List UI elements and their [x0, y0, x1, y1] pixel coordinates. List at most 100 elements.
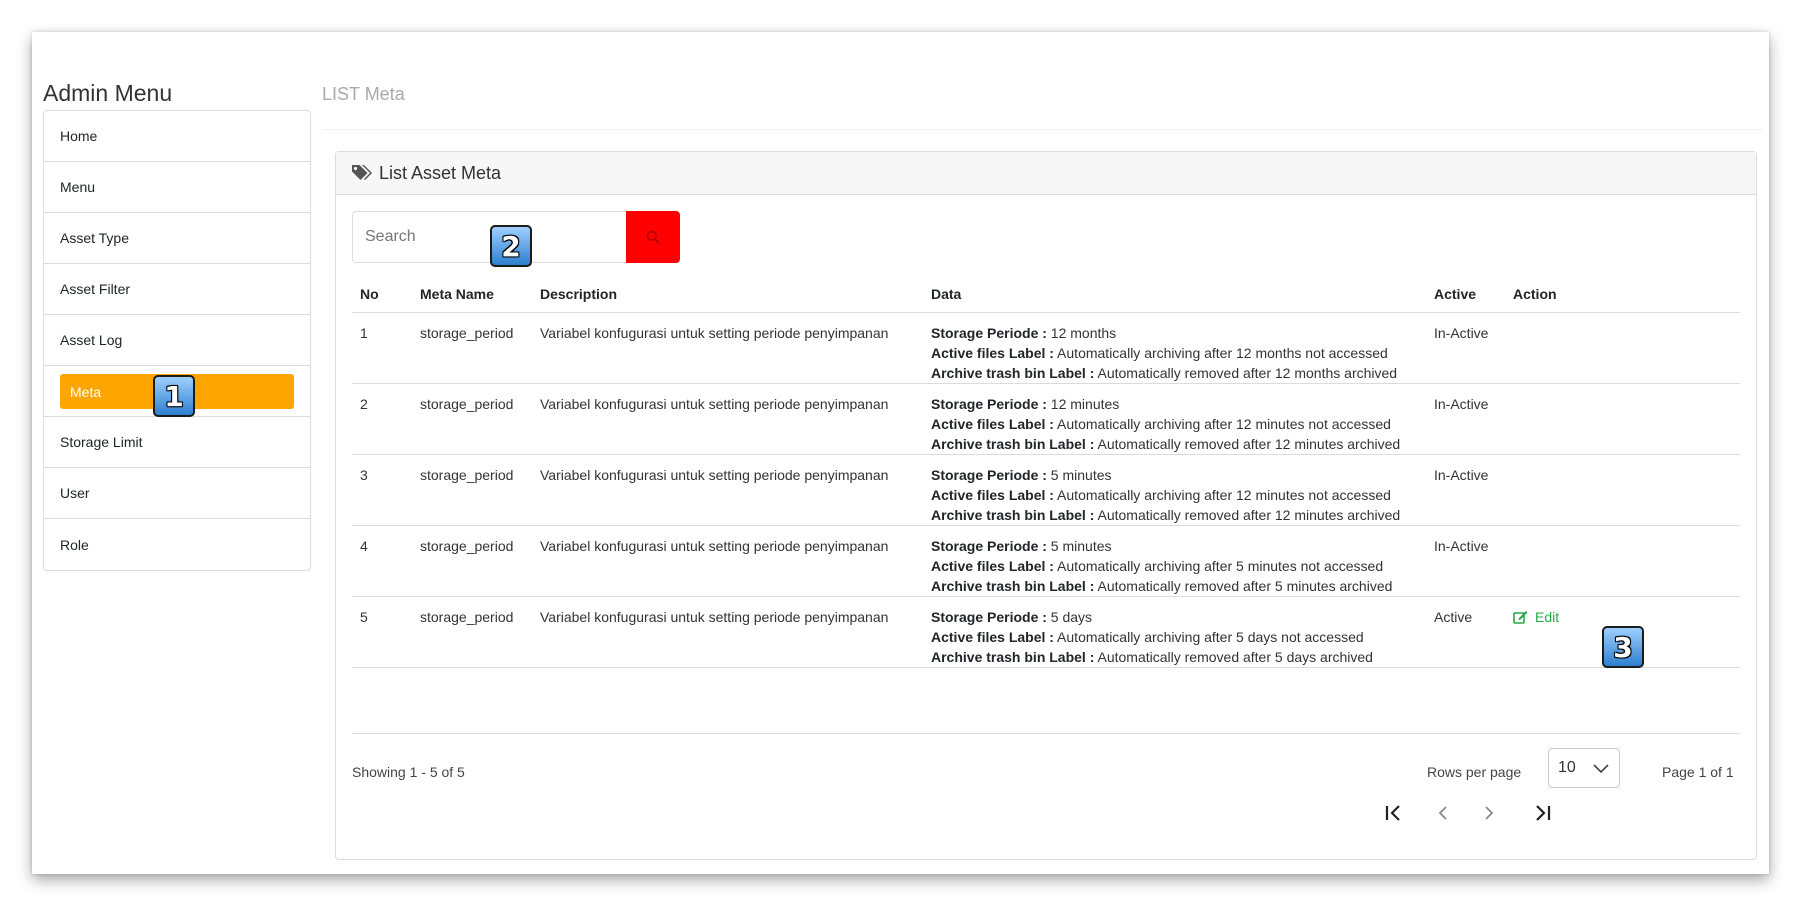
- search-button[interactable]: [626, 211, 680, 263]
- data-value: Automatically removed after 12 months ar…: [1094, 365, 1398, 381]
- data-value: Automatically removed after 5 days archi…: [1094, 649, 1373, 665]
- data-value: Automatically removed after 12 minutes a…: [1094, 507, 1401, 523]
- data-line: Storage Periode : 12 minutes: [931, 394, 1418, 414]
- annotation-badge-1: 1: [153, 375, 195, 417]
- data-label: Active files Label :: [931, 629, 1054, 645]
- edit-icon: [1513, 611, 1528, 624]
- sidebar: Admin Menu Home Menu Asset Type Asset Fi…: [43, 80, 311, 571]
- chevron-down-icon: [1593, 764, 1609, 774]
- app-window: Admin Menu Home Menu Asset Type Asset Fi…: [32, 32, 1769, 874]
- data-label: Archive trash bin Label :: [931, 649, 1095, 665]
- cell-action: [1505, 383, 1740, 455]
- data-label: Active files Label :: [931, 345, 1054, 361]
- data-label: Active files Label :: [931, 558, 1054, 574]
- sidebar-item-asset-filter[interactable]: Asset Filter: [44, 264, 310, 315]
- data-label: Storage Periode :: [931, 325, 1047, 341]
- cell-active: In-Active: [1426, 525, 1505, 597]
- sidebar-item-storage-limit[interactable]: Storage Limit: [44, 417, 310, 468]
- data-value: 5 minutes: [1046, 467, 1112, 483]
- column-header-meta-name: Meta Name: [412, 276, 532, 313]
- search-input[interactable]: [352, 211, 626, 263]
- column-header-data: Data: [923, 276, 1426, 313]
- data-value: Automatically archiving after 5 days not…: [1053, 629, 1364, 645]
- column-header-description: Description: [532, 276, 923, 313]
- sidebar-item-asset-type[interactable]: Asset Type: [44, 213, 310, 264]
- data-value: 12 minutes: [1046, 396, 1120, 412]
- data-value: Automatically archiving after 12 minutes…: [1053, 487, 1391, 503]
- sidebar-item-label: Role: [60, 536, 89, 553]
- table-row: 3 storage_period Variabel konfugurasi un…: [352, 454, 1740, 526]
- column-header-active: Active: [1426, 276, 1505, 313]
- cell-description: Variabel konfugurasi untuk setting perio…: [532, 312, 923, 384]
- admin-menu: Home Menu Asset Type Asset Filter Asset …: [43, 110, 311, 571]
- sidebar-item-label: Home: [60, 128, 98, 144]
- sidebar-item-asset-log[interactable]: Asset Log: [44, 315, 310, 366]
- cell-meta-name: storage_period: [412, 596, 532, 668]
- data-label: Storage Periode :: [931, 538, 1047, 554]
- cell-active: In-Active: [1426, 383, 1505, 455]
- data-value: 5 minutes: [1046, 538, 1112, 554]
- data-line: Archive trash bin Label : Automatically …: [931, 434, 1418, 454]
- sidebar-item-label: Asset Log: [60, 332, 123, 348]
- sidebar-item-menu[interactable]: Menu: [44, 162, 310, 213]
- table-row: 1 storage_period Variabel konfugurasi un…: [352, 312, 1740, 384]
- card-header: List Asset Meta: [336, 152, 1756, 195]
- sidebar-item-label: Asset Filter: [60, 281, 131, 297]
- rows-per-page-label: Rows per page: [1427, 764, 1522, 780]
- data-line: Archive trash bin Label : Automatically …: [931, 576, 1418, 596]
- asset-meta-card: List Asset Meta No Meta Name Description…: [335, 151, 1757, 860]
- cell-no: 1: [352, 312, 412, 384]
- rows-per-page-select[interactable]: 10: [1548, 748, 1620, 788]
- cell-no: 2: [352, 383, 412, 455]
- data-line: Storage Periode : 5 minutes: [931, 465, 1418, 485]
- page-title: LIST Meta: [322, 84, 405, 104]
- cell-active: Active: [1426, 596, 1505, 668]
- data-line: Archive trash bin Label : Automatically …: [931, 363, 1418, 383]
- sidebar-item-user[interactable]: User: [44, 468, 310, 519]
- annotation-badge-3: 3: [1602, 626, 1644, 668]
- data-label: Storage Periode :: [931, 467, 1047, 483]
- meta-table: No Meta Name Description Data Active Act…: [352, 276, 1740, 668]
- data-label: Storage Periode :: [931, 609, 1047, 625]
- title-divider: [322, 129, 1762, 130]
- sidebar-title: Admin Menu: [43, 80, 173, 106]
- data-label: Archive trash bin Label :: [931, 365, 1095, 381]
- edit-button[interactable]: Edit: [1513, 607, 1559, 627]
- table-row: 2 storage_period Variabel konfugurasi un…: [352, 383, 1740, 455]
- next-page-icon[interactable]: [1482, 804, 1496, 822]
- data-line: Active files Label : Automatically archi…: [931, 485, 1418, 505]
- table-row: 5 storage_period Variabel konfugurasi un…: [352, 596, 1740, 668]
- last-page-icon[interactable]: [1534, 804, 1552, 822]
- data-value: Automatically archiving after 12 months …: [1053, 345, 1388, 361]
- first-page-icon[interactable]: [1384, 804, 1402, 822]
- sidebar-item-role[interactable]: Role: [44, 519, 310, 570]
- edit-label: Edit: [1535, 609, 1560, 625]
- rows-per-page-value: 10: [1558, 759, 1576, 776]
- cell-description: Variabel konfugurasi untuk setting perio…: [532, 454, 923, 526]
- sidebar-item-label: User: [60, 485, 90, 501]
- card-title: List Asset Meta: [379, 162, 502, 183]
- footer-divider: [352, 733, 1740, 734]
- cell-meta-name: storage_period: [412, 312, 532, 384]
- data-value: Automatically archiving after 5 minutes …: [1053, 558, 1384, 574]
- cell-meta-name: storage_period: [412, 454, 532, 526]
- data-line: Active files Label : Automatically archi…: [931, 343, 1418, 363]
- prev-page-icon[interactable]: [1436, 804, 1450, 822]
- data-line: Storage Periode : 5 minutes: [931, 536, 1418, 556]
- cell-data: Storage Periode : 5 days Active files La…: [923, 596, 1426, 668]
- sidebar-item-home[interactable]: Home: [44, 111, 310, 162]
- data-line: Active files Label : Automatically archi…: [931, 414, 1418, 434]
- table-row: 4 storage_period Variabel konfugurasi un…: [352, 525, 1740, 597]
- cell-meta-name: storage_period: [412, 525, 532, 597]
- data-value: Automatically removed after 5 minutes ar…: [1094, 578, 1393, 594]
- data-label: Archive trash bin Label :: [931, 578, 1095, 594]
- data-line: Active files Label : Automatically archi…: [931, 627, 1418, 647]
- data-line: Archive trash bin Label : Automatically …: [931, 505, 1418, 525]
- cell-no: 5: [352, 596, 412, 668]
- column-header-no: No: [352, 276, 412, 313]
- cell-description: Variabel konfugurasi untuk setting perio…: [532, 383, 923, 455]
- showing-count: Showing 1 - 5 of 5: [352, 764, 465, 780]
- data-label: Archive trash bin Label :: [931, 436, 1095, 452]
- cell-description: Variabel konfugurasi untuk setting perio…: [532, 525, 923, 597]
- cell-data: Storage Periode : 5 minutes Active files…: [923, 454, 1426, 526]
